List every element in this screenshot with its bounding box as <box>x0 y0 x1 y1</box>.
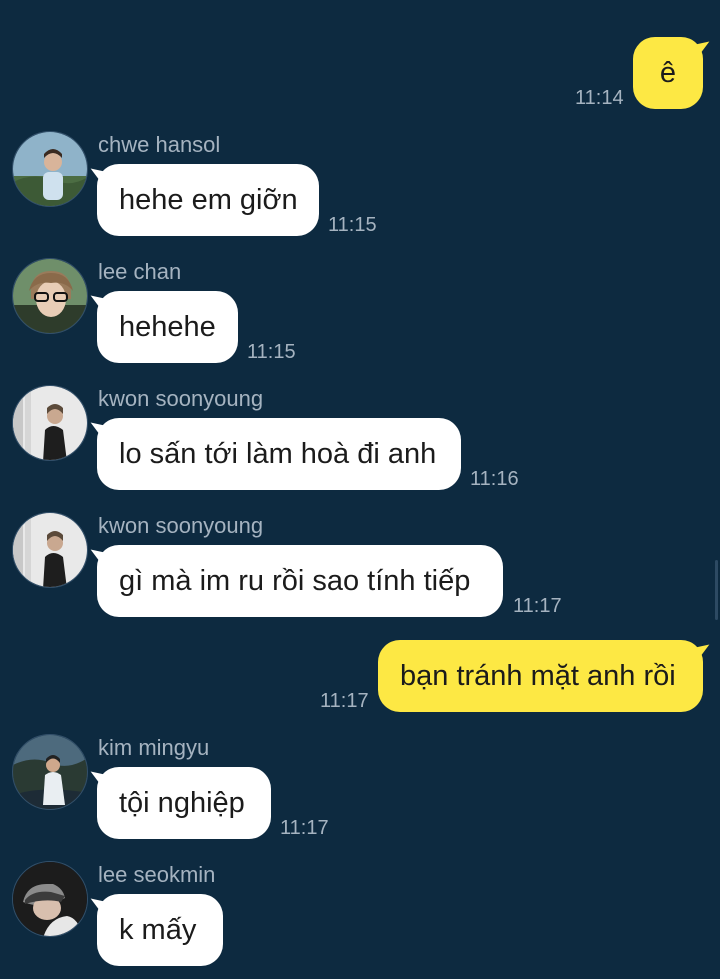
message-time: 11:15 <box>247 341 296 363</box>
message-text: hehehe <box>119 311 216 343</box>
incoming-message[interactable]: lo sấn tới làm hoà đi anh <box>97 418 461 490</box>
avatar[interactable] <box>12 131 88 207</box>
sender-name: kim mingyu <box>98 735 210 760</box>
message-text: k mấy <box>119 914 197 946</box>
message-time: 11:14 <box>575 87 624 109</box>
message-time: 11:15 <box>328 214 377 236</box>
incoming-message[interactable]: hehe em giỡn <box>97 164 319 236</box>
incoming-message[interactable]: k mấy <box>97 894 223 966</box>
message-time: 11:16 <box>470 468 519 490</box>
message-text: ê <box>659 57 677 89</box>
incoming-message[interactable]: tội nghiệp <box>97 767 271 839</box>
sender-name: kwon soonyoung <box>98 386 264 411</box>
incoming-message[interactable]: hehehe <box>97 291 238 363</box>
outgoing-message[interactable]: ê <box>633 37 703 109</box>
chat-thread[interactable]: 11:14 ê chwe hansol hehe em giỡn 11:15 l… <box>0 0 720 979</box>
scrollbar[interactable] <box>715 560 718 620</box>
profile-photo-icon <box>13 132 87 206</box>
message-time: 11:17 <box>513 595 562 617</box>
message-time: 11:17 <box>320 690 369 712</box>
message-text: tội nghiệp <box>119 787 245 819</box>
message-text: hehe em giỡn <box>119 184 298 216</box>
avatar[interactable] <box>12 512 88 588</box>
message-text: lo sấn tới làm hoà đi anh <box>119 438 437 470</box>
avatar[interactable] <box>12 258 88 334</box>
sender-name: lee chan <box>98 259 182 284</box>
message-text: gì mà im ru rồi sao tính tiếp <box>119 565 471 597</box>
profile-photo-icon <box>13 862 87 936</box>
profile-photo-icon <box>13 386 87 460</box>
profile-photo-icon <box>13 259 87 333</box>
sender-name: lee seokmin <box>98 862 216 887</box>
profile-photo-icon <box>13 735 87 809</box>
profile-photo-icon <box>13 513 87 587</box>
avatar[interactable] <box>12 861 88 937</box>
sender-name: chwe hansol <box>98 132 221 157</box>
incoming-message[interactable]: gì mà im ru rồi sao tính tiếp <box>97 545 503 617</box>
message-text: bạn tránh mặt anh rồi <box>400 660 676 692</box>
avatar[interactable] <box>12 734 88 810</box>
outgoing-message[interactable]: bạn tránh mặt anh rồi <box>378 640 703 712</box>
message-time: 11:17 <box>280 817 329 839</box>
avatar[interactable] <box>12 385 88 461</box>
sender-name: kwon soonyoung <box>98 513 264 538</box>
